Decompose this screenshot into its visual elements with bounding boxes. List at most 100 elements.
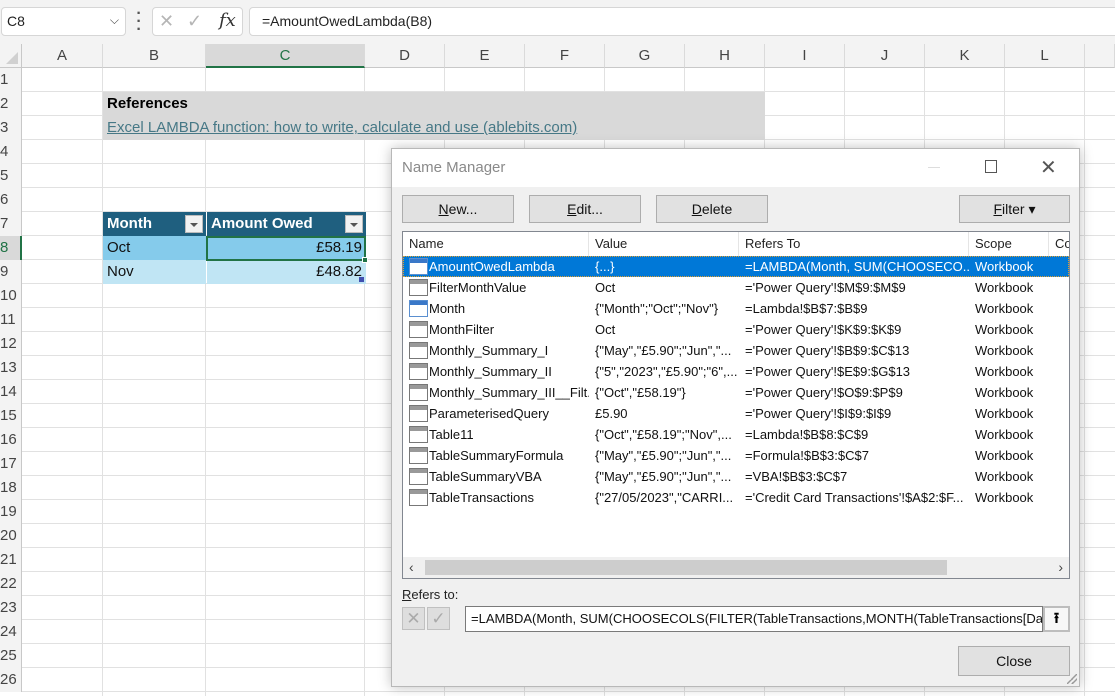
insert-function-icon[interactable]: fx (219, 10, 236, 31)
row-header-4[interactable]: 4 (0, 140, 22, 164)
column-header-scope[interactable]: Scope (969, 232, 1049, 256)
column-header-j[interactable]: J (845, 44, 925, 68)
name-list-row[interactable]: Monthly_Summary_III__Filt... {"Oct","£58.… (403, 382, 1069, 403)
row-header-5[interactable]: 5 (0, 164, 22, 188)
name-row-name: TableSummaryVBA (429, 469, 542, 484)
more-options-icon[interactable]: · · · (136, 6, 142, 38)
name-row-name: TableSummaryFormula (429, 448, 564, 463)
refers-to-label: Refers to: (402, 587, 458, 602)
name-list-row[interactable]: Table11 {"Oct","£58.19";"Nov",... =Lambda!… (403, 424, 1069, 445)
row-header-1[interactable]: 1 (0, 68, 22, 92)
name-list-row[interactable]: Monthly_Summary_I {"May","£5.90";"Jun",".… (403, 340, 1069, 361)
filter-dropdown-icon[interactable] (345, 215, 363, 233)
table-cell-month[interactable]: Nov (103, 260, 206, 284)
row-header-2[interactable]: 2 (0, 92, 22, 116)
delete-button[interactable]: Delete (656, 195, 768, 223)
cancel-icon[interactable]: ✕ (159, 11, 174, 32)
row-header-10[interactable]: 10 (0, 284, 22, 308)
column-header-g[interactable]: G (605, 44, 685, 68)
confirm-edit-icon[interactable]: ✓ (427, 607, 450, 630)
name-row-refers-to: ='Power Query'!$I$9:$I$9 (745, 406, 892, 421)
select-all-button[interactable] (0, 44, 22, 68)
row-header-21[interactable]: 21 (0, 548, 22, 572)
filter-dropdown-icon[interactable] (185, 215, 203, 233)
row-header-26[interactable]: 26 (0, 668, 22, 692)
column-header-name[interactable]: Name (403, 232, 589, 256)
row-header-12[interactable]: 12 (0, 332, 22, 356)
name-list-row[interactable]: Month {"Month";"Oct";"Nov"} =Lambda!$B$7:$… (403, 298, 1069, 319)
table-cell-month[interactable]: Oct (103, 236, 206, 260)
row-header-14[interactable]: 14 (0, 380, 22, 404)
horizontal-scrollbar[interactable]: ‹ › (403, 557, 1069, 578)
table-resize-handle[interactable] (359, 277, 364, 282)
name-list-row[interactable]: Monthly_Summary_II {"5","2023","£5.90";"6… (403, 361, 1069, 382)
column-header-m[interactable] (1085, 44, 1115, 68)
name-list-row[interactable]: AmountOwedLambda {...} =LAMBDA(Month, SUM(… (403, 256, 1069, 277)
row-header-11[interactable]: 11 (0, 308, 22, 332)
collapse-dialog-icon[interactable]: ⭱ (1043, 606, 1070, 632)
references-link[interactable]: Excel LAMBDA function: how to write, cal… (107, 119, 577, 136)
name-list-row[interactable]: MonthFilter Oct ='Power Query'!$K$9:$K$9 Wo… (403, 319, 1069, 340)
scrollbar-thumb[interactable] (425, 560, 947, 575)
scroll-right-icon[interactable]: › (1058, 559, 1063, 575)
row-header-19[interactable]: 19 (0, 500, 22, 524)
column-header-f[interactable]: F (525, 44, 605, 68)
name-list-row[interactable]: FilterMonthValue Oct ='Power Query'!$M$9:$… (403, 277, 1069, 298)
formula-input[interactable]: =AmountOwedLambda(B8) (249, 7, 1115, 36)
name-row-refers-to: ='Power Query'!$O$9:$P$9 (745, 385, 903, 400)
row-header-18[interactable]: 18 (0, 476, 22, 500)
row-header-6[interactable]: 6 (0, 188, 22, 212)
column-header-e[interactable]: E (445, 44, 525, 68)
row-header-15[interactable]: 15 (0, 404, 22, 428)
name-row-scope: Workbook (975, 259, 1034, 274)
chevron-down-icon[interactable]: ⌵ (110, 13, 119, 28)
edit-button[interactable]: Edit... (529, 195, 641, 223)
close-icon[interactable]: ✕ (1040, 155, 1057, 180)
column-header-h[interactable]: H (685, 44, 765, 68)
row-header-25[interactable]: 25 (0, 644, 22, 668)
filter-button[interactable]: Filter ▾ (959, 195, 1070, 223)
resize-grip-icon[interactable] (1067, 674, 1077, 684)
enter-icon[interactable]: ✓ (187, 11, 202, 32)
column-header-refers-to[interactable]: Refers To (739, 232, 969, 256)
row-header-22[interactable]: 22 (0, 572, 22, 596)
scroll-left-icon[interactable]: ‹ (409, 559, 414, 575)
column-header-a[interactable]: A (22, 44, 103, 68)
row-header-3[interactable]: 3 (0, 116, 22, 140)
fill-handle[interactable] (362, 257, 368, 263)
column-header-d[interactable]: D (365, 44, 445, 68)
column-header-c[interactable]: C (206, 44, 365, 68)
column-header-b[interactable]: B (103, 44, 206, 68)
cancel-edit-icon[interactable]: ✕ (402, 607, 425, 630)
gridline (205, 68, 206, 696)
column-header-l[interactable]: L (1005, 44, 1085, 68)
name-row-value: {"May","£5.90";"Jun","... (595, 469, 732, 484)
row-header-24[interactable]: 24 (0, 620, 22, 644)
name-list-row[interactable]: TableSummaryFormula {"May","£5.90";"Jun",… (403, 445, 1069, 466)
new-button[interactable]: New... (402, 195, 514, 223)
row-header-9[interactable]: 9 (0, 260, 22, 284)
row-header-7[interactable]: 7 (0, 212, 22, 236)
table-cell-amount[interactable]: £48.82 (207, 260, 366, 284)
name-list-row[interactable]: TableSummaryVBA {"May","£5.90";"Jun","...… (403, 466, 1069, 487)
name-row-value: £5.90 (595, 406, 628, 421)
row-header-20[interactable]: 20 (0, 524, 22, 548)
maximize-button[interactable] (985, 160, 997, 173)
column-header-comment[interactable]: Co (1049, 232, 1069, 256)
names-list[interactable]: Name Value Refers To Scope Co AmountOwed… (402, 231, 1070, 579)
name-list-row[interactable]: ParameterisedQuery £5.90 ='Power Query'!$I… (403, 403, 1069, 424)
row-header-13[interactable]: 13 (0, 356, 22, 380)
name-box[interactable]: C8 ⌵ (1, 7, 126, 36)
column-header-value[interactable]: Value (589, 232, 739, 256)
row-header-23[interactable]: 23 (0, 596, 22, 620)
row-header-17[interactable]: 17 (0, 452, 22, 476)
dialog-titlebar[interactable]: Name Manager ✕ (392, 149, 1079, 187)
name-row-scope: Workbook (975, 427, 1034, 442)
refers-to-input[interactable]: =LAMBDA(Month, SUM(CHOOSECOLS(FILTER(Tab… (465, 606, 1043, 632)
name-list-row[interactable]: TableTransactions {"27/05/2023","CARRI...… (403, 487, 1069, 508)
column-header-k[interactable]: K (925, 44, 1005, 68)
column-header-i[interactable]: I (765, 44, 845, 68)
row-header-8[interactable]: 8 (0, 236, 22, 260)
row-header-16[interactable]: 16 (0, 428, 22, 452)
close-button[interactable]: Close (958, 646, 1070, 676)
